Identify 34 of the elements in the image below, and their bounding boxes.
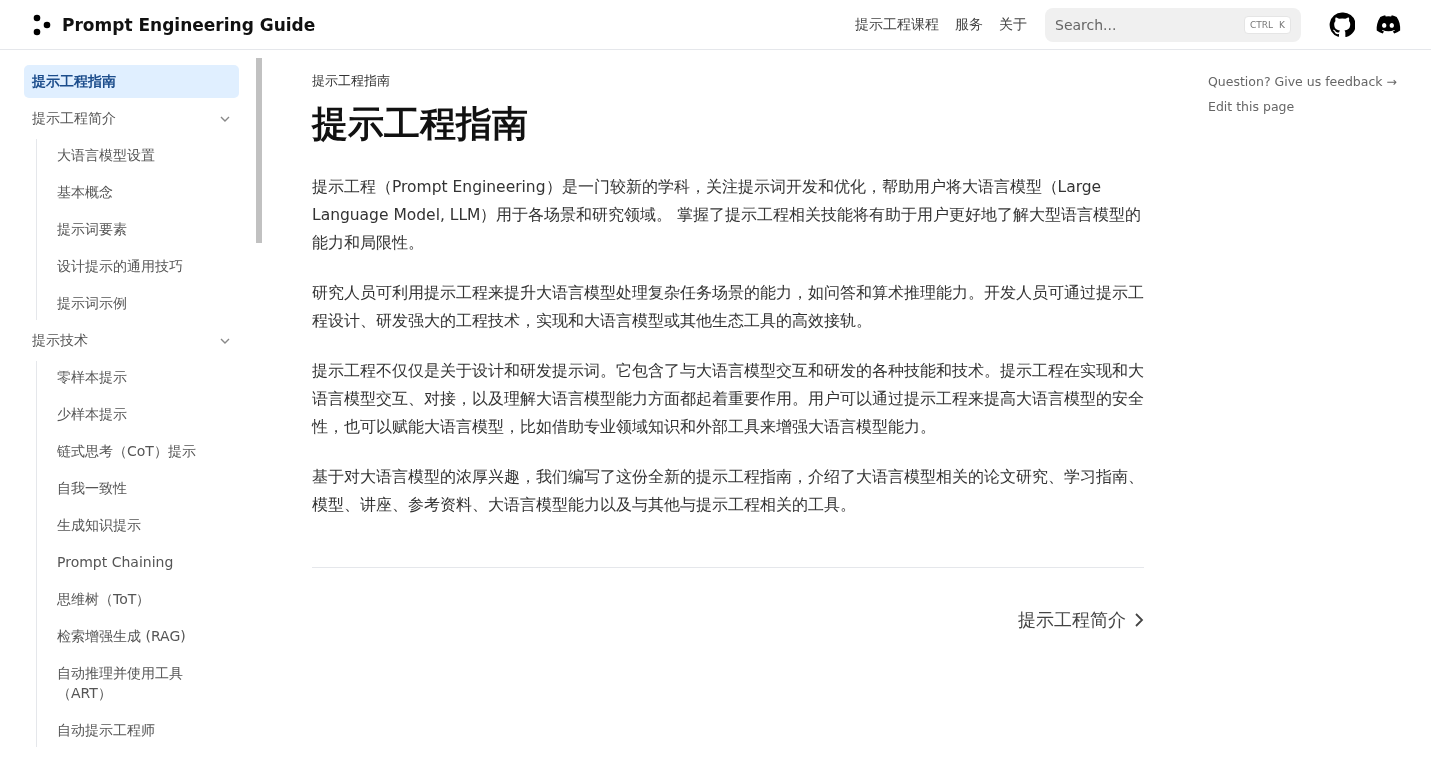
next-page-link[interactable]: 提示工程简介 — [1018, 608, 1144, 632]
toc-link[interactable]: Edit this page — [1208, 99, 1397, 114]
paragraph: 提示工程（Prompt Engineering）是一门较新的学科，关注提示词开发和优化，帮助用户将大语言模型（Large Language Model, LLM）用于各场景和研究领域。 掌握了提示工程相关技能将有助于用户更好地了解大型语言模型的能力和局限性。 — [312, 177, 1143, 254]
scrollbar-thumb[interactable] — [256, 58, 262, 243]
sidebar-item[interactable]: 自动推理并使用工具（ART） — [49, 657, 224, 710]
sidebar-item[interactable]: 提示技术 — [24, 324, 239, 357]
sidebar-item[interactable]: 零样本提示 — [49, 361, 224, 394]
sidebar-item[interactable]: 提示词示例 — [49, 287, 224, 320]
github-icon[interactable] — [1329, 11, 1355, 38]
paragraph: 提示工程不仅仅是关于设计和研发提示词。它包含了与大语言模型交互和研发的各种技能和技术。提示工程在实现和大语言模型交互、对接，以及理解大语言模型能力方面都起着重要作用。用户可以通过提示工程来提高大语言模型的安全性，也可以赋能大语言模型，比如借助专业领域知识和外部工具来增强大语言模型能力。 — [312, 361, 1144, 438]
sidebar-item[interactable]: 提示工程指南 — [24, 65, 239, 98]
nav-link[interactable]: 关于 — [999, 15, 1027, 34]
sidebar-item[interactable]: 思维树（ToT） — [49, 583, 224, 616]
sidebar-item[interactable]: 自我一致性 — [49, 472, 224, 505]
sidebar-item[interactable]: 提示词要素 — [49, 213, 224, 246]
nav-link[interactable]: 提示工程课程 — [855, 15, 939, 34]
breadcrumb: 提示工程指南 — [312, 72, 391, 90]
sidebar-item[interactable]: 设计提示的通用技巧 — [49, 250, 224, 283]
paragraph: 基于对大语言模型的浓厚兴趣，我们编写了这份全新的提示工程指南，介绍了大语言模型相关的论文研究、学习指南、模型、讲座、参考资料、大语言模型能力以及与其他与提示工程相关的工具。 — [312, 467, 1144, 516]
toc-link[interactable]: Question? Give us feedback → — [1208, 74, 1397, 89]
sidebar-item[interactable]: 生成知识提示 — [49, 509, 224, 542]
page-title: 提示工程指南 — [312, 102, 529, 146]
sidebar-item[interactable]: 链式思考（CoT）提示 — [49, 435, 224, 468]
sidebar-item[interactable]: 检索增强生成 (RAG) — [49, 620, 224, 653]
sidebar-item[interactable]: 提示工程简介 — [24, 102, 239, 135]
nav-link[interactable]: 服务 — [955, 15, 983, 34]
site-title: Prompt Engineering Guide — [62, 14, 316, 35]
chevron-right-icon — [1134, 612, 1144, 628]
sidebar-item[interactable]: 少样本提示 — [49, 398, 224, 431]
sidebar-item[interactable]: 自动提示工程师 — [49, 713, 224, 747]
paragraph: 研究人员可利用提示工程来提升大语言模型处理复杂任务场景的能力，如问答和算术推理能力。开发人员可通过提示工程设计、研发强大的工程技术，实现和大语言模型或其他生态工具的高效接轨。 — [312, 283, 1144, 332]
sidebar-item[interactable]: Prompt Chaining — [49, 546, 224, 579]
sidebar-item[interactable]: 大语言模型设置 — [49, 139, 224, 172]
sidebar-item[interactable]: 基本概念 — [49, 176, 224, 209]
